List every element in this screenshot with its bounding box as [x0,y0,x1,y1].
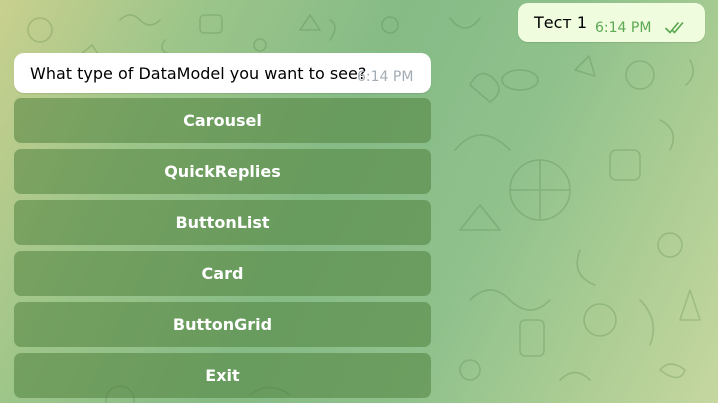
incoming-message-time: 6:14 PM [357,69,414,85]
incoming-message-text: What type of DataModel you want to see? [30,64,367,83]
keyboard-button-buttongrid[interactable]: ButtonGrid [14,302,431,347]
keyboard-button-carousel[interactable]: Carousel [14,98,431,143]
outgoing-message-time: 6:14 PM [595,20,652,36]
incoming-message: What type of DataModel you want to see? … [14,53,431,93]
double-check-icon [665,22,684,34]
outgoing-message: Тест 1 6:14 PM [518,3,705,42]
keyboard-button-buttonlist[interactable]: ButtonList [14,200,431,245]
keyboard-button-card[interactable]: Card [14,251,431,296]
keyboard-button-exit[interactable]: Exit [14,353,431,398]
keyboard-button-quickreplies[interactable]: QuickReplies [14,149,431,194]
outgoing-message-text: Тест 1 [534,13,587,32]
